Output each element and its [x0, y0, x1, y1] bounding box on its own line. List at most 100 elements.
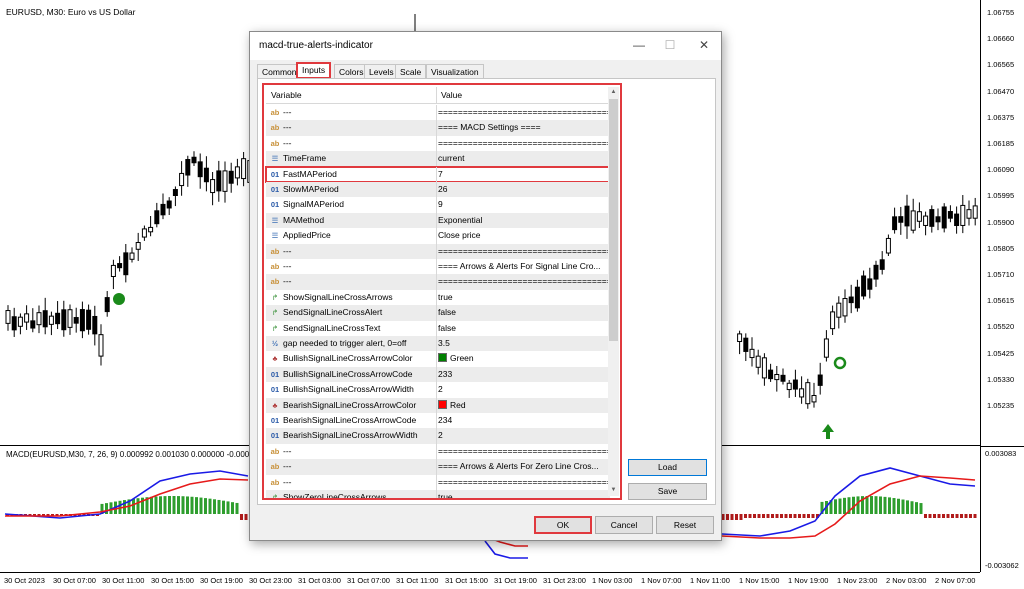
input-variable: TimeFrame — [283, 153, 327, 164]
ok-button[interactable]: OK — [534, 516, 592, 534]
input-value[interactable]: ==== MACD Settings ==== — [438, 120, 608, 135]
input-value[interactable]: 234 — [438, 413, 608, 428]
scroll-thumb[interactable] — [609, 99, 618, 341]
input-value[interactable]: ========================================… — [438, 244, 608, 259]
input-row[interactable]: ab --- ==== MACD Settings ==== — [266, 120, 610, 136]
input-row[interactable]: ♣ BearishSignalLineCrossArrowColor Red — [266, 397, 610, 413]
input-row[interactable]: ab--- ===================================… — [266, 443, 610, 460]
input-row[interactable]: ab --- ==== Arrows & Alerts For Zero Line … — [266, 459, 610, 475]
input-row[interactable]: ☰ MAMethod Exponential — [266, 212, 610, 229]
tab-levels[interactable]: Levels — [364, 64, 399, 79]
column-header-value[interactable]: Value — [441, 90, 462, 100]
input-value[interactable]: ==== Arrows & Alerts For Signal Line Cro… — [438, 259, 608, 274]
input-value[interactable]: true — [438, 290, 608, 305]
input-row[interactable]: ☰ TimeFrame current — [266, 151, 610, 167]
candle-body — [166, 200, 172, 209]
input-value[interactable]: Red — [438, 398, 608, 413]
grid-scrollbar[interactable]: ▲ ▼ — [608, 87, 619, 496]
input-row[interactable]: ab--- ===================================… — [266, 243, 610, 259]
input-row[interactable]: ↱ SendSignalLineCrossAlert false — [266, 305, 610, 321]
input-row[interactable]: ab--- ===================================… — [266, 274, 610, 290]
input-value[interactable]: ========================================… — [438, 274, 608, 289]
input-row[interactable]: ♣ BullishSignalLineCrossArrowColor Green — [266, 351, 610, 367]
input-row[interactable]: ↱ SendSignalLineCrossText false — [266, 320, 610, 336]
macd-axis-label: 0.003083 — [985, 449, 1017, 458]
string-type-icon: ab — [270, 477, 280, 487]
reset-button[interactable]: Reset — [656, 516, 714, 534]
cancel-button[interactable]: Cancel — [595, 516, 653, 534]
input-value[interactable]: 3.5 — [438, 336, 608, 351]
scroll-up-icon[interactable]: ▲ — [608, 87, 619, 98]
input-row[interactable]: ↱ ShowZeroLineCrossArrows true — [266, 490, 610, 498]
cell-divider — [436, 182, 437, 198]
candle-body — [185, 159, 191, 176]
input-row[interactable]: 01 BearishSignalLineCrossArrowCode 234 — [266, 413, 610, 429]
input-value[interactable]: false — [438, 305, 608, 320]
input-value[interactable]: ========================================… — [438, 475, 608, 490]
input-value[interactable]: ========================================… — [438, 105, 608, 120]
input-row[interactable]: 01 SignalMAPeriod 9 — [266, 197, 610, 213]
input-value[interactable]: ========================================… — [438, 136, 608, 151]
histogram-bar — [172, 496, 176, 514]
input-row[interactable]: 01 SlowMAPeriod 26 — [266, 182, 610, 198]
scroll-down-icon[interactable]: ▼ — [608, 485, 619, 496]
input-row[interactable]: ☰ AppliedPrice Close price — [266, 228, 610, 244]
histogram-bar — [802, 514, 806, 518]
candle-body — [86, 309, 92, 330]
tab-inputs[interactable]: Inputs — [296, 62, 332, 79]
input-value[interactable]: true — [438, 490, 608, 498]
input-row[interactable]: ↱ ShowSignalLineCrossArrows true — [266, 289, 610, 306]
input-row[interactable]: ab--- ===================================… — [266, 135, 610, 152]
integer-type-icon: 01 — [270, 431, 280, 441]
input-row[interactable]: ½ gap needed to trigger alert, 0=off 3.5 — [266, 336, 610, 352]
tab-scale[interactable]: Scale — [395, 64, 427, 79]
input-value[interactable]: 9 — [438, 197, 608, 212]
input-value[interactable]: false — [438, 321, 608, 336]
histogram-bar — [154, 496, 158, 514]
input-value[interactable]: Exponential — [438, 213, 608, 228]
input-value[interactable]: Green — [438, 351, 608, 366]
save-button[interactable]: Save — [628, 483, 707, 500]
candle-body — [117, 263, 123, 269]
time-label: 31 Oct 23:00 — [543, 576, 586, 585]
histogram-bar — [744, 514, 747, 518]
input-value[interactable]: ==== Arrows & Alerts For Zero Line Cros.… — [438, 459, 608, 474]
inputs-grid[interactable]: Variable Value ab --- ====================… — [262, 83, 622, 500]
input-value[interactable]: 7 — [438, 167, 608, 182]
input-row[interactable]: ab--- ===================================… — [266, 474, 610, 490]
input-row[interactable]: 01 BullishSignalLineCrossArrowCode 233 — [266, 366, 610, 383]
input-value[interactable]: 233 — [438, 367, 608, 382]
input-value[interactable]: ========================================… — [438, 444, 608, 459]
input-row[interactable]: 01 BearishSignalLineCrossArrowWidth 2 — [266, 428, 610, 444]
time-label: 30 Oct 15:00 — [151, 576, 194, 585]
column-header-variable[interactable]: Variable — [271, 90, 302, 100]
histogram-bar — [181, 496, 185, 514]
input-value[interactable]: 2 — [438, 382, 608, 397]
color-type-icon: ♣ — [272, 354, 278, 364]
load-button[interactable]: Load — [628, 459, 707, 476]
histogram-bar — [739, 514, 743, 520]
input-value[interactable]: 26 — [438, 182, 608, 197]
input-row[interactable]: ab --- ==== Arrows & Alerts For Signal Lin… — [266, 259, 610, 275]
candle-body — [960, 204, 966, 226]
tab-visualization[interactable]: Visualization — [426, 64, 484, 79]
tab-common[interactable]: Common — [257, 64, 302, 79]
input-value[interactable]: Close price — [438, 228, 608, 243]
minimize-button[interactable]: — — [626, 35, 652, 55]
input-row[interactable]: 01 BullishSignalLineCrossArrowWidth 2 — [266, 382, 610, 398]
price-label: 1.06185 — [987, 139, 1015, 148]
histogram-bar — [951, 514, 954, 518]
histogram-bar — [960, 514, 963, 518]
price-label: 1.06375 — [987, 112, 1015, 122]
input-row[interactable]: 01 FastMAPeriod 7 — [265, 165, 611, 184]
input-value[interactable]: current — [438, 151, 608, 166]
input-value[interactable]: 2 — [438, 428, 608, 443]
close-button[interactable]: ✕ — [691, 35, 717, 55]
histogram-bar — [843, 497, 846, 514]
candle-body — [842, 298, 848, 317]
input-row[interactable]: ab--- ===================================… — [266, 105, 610, 121]
maximize-button[interactable]: ☐ — [657, 35, 683, 55]
histogram-bar — [235, 502, 239, 514]
enum-type-icon: ☰ — [271, 231, 279, 241]
candle-body — [135, 242, 141, 250]
